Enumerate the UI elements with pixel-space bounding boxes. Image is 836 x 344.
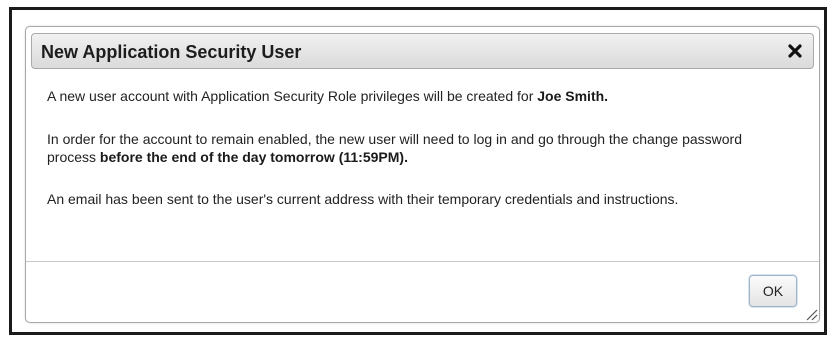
- dialog-titlebar[interactable]: New Application Security User: [31, 33, 814, 69]
- button-pane-divider: [26, 261, 819, 262]
- deadline-text: before the end of the day tomorrow (11:5…: [99, 149, 408, 165]
- message-paragraph-account-created: A new user account with Application Secu…: [47, 87, 608, 105]
- user-name: Joe Smith.: [537, 88, 609, 104]
- dialog-title: New Application Security User: [41, 42, 302, 62]
- resize-grip-icon[interactable]: [804, 307, 818, 321]
- ok-button[interactable]: OK: [749, 275, 797, 307]
- close-icon[interactable]: [786, 42, 804, 60]
- message-paragraph-email-sent: An email has been sent to the user's cur…: [47, 191, 679, 207]
- screenshot-frame: New Application Security User A new user…: [9, 7, 827, 335]
- new-security-user-dialog: New Application Security User A new user…: [25, 26, 820, 323]
- account-created-text: A new user account with Application Secu…: [47, 88, 538, 104]
- message-paragraph-password-deadline: In order for the account to remain enabl…: [47, 130, 792, 166]
